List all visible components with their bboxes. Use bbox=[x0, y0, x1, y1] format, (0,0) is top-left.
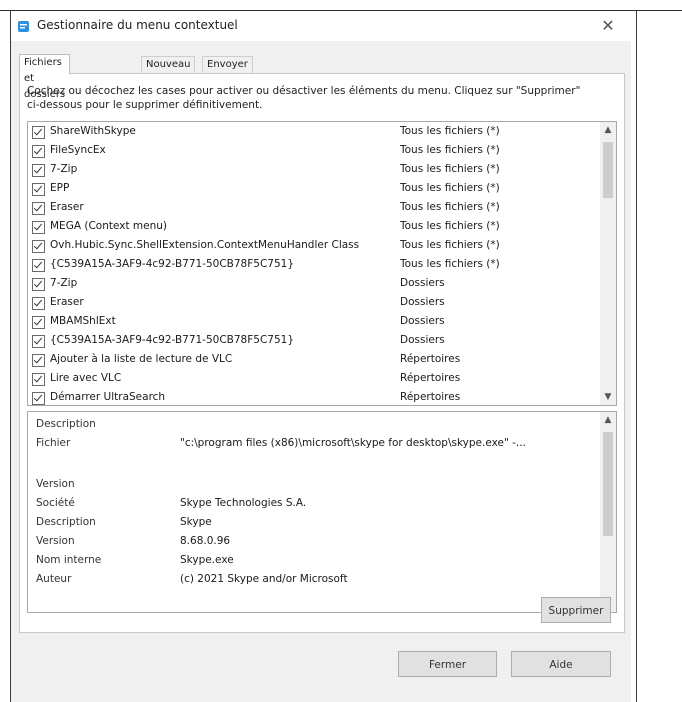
item-name: 7-Zip bbox=[50, 163, 78, 175]
description-label: Nom interne bbox=[36, 554, 102, 566]
item-type: Tous les fichiers (*) bbox=[400, 182, 500, 194]
checkbox-icon[interactable] bbox=[32, 297, 45, 310]
checkbox-icon[interactable] bbox=[32, 183, 45, 196]
item-type: Dossiers bbox=[400, 277, 445, 289]
description-value: Skype Technologies S.A. bbox=[180, 497, 307, 509]
scroll-up-icon[interactable]: ▲ bbox=[600, 412, 616, 428]
item-name: Démarrer UltraSearch bbox=[50, 391, 166, 403]
description-value: Skype.exe bbox=[180, 554, 234, 566]
item-name: MEGA (Context menu) bbox=[50, 220, 168, 232]
list-item[interactable]: {C539A15A-3AF9-4c92-B771-50CB78F5C751} To… bbox=[28, 257, 598, 273]
item-name: Ovh.Hubic.Sync.ShellExtension.ContextMen… bbox=[50, 239, 360, 251]
tab-panel: Cochez ou décochez les cases pour active… bbox=[19, 73, 625, 633]
list-item[interactable]: Lire avec VLC Répertoires bbox=[28, 371, 598, 387]
item-type: Tous les fichiers (*) bbox=[400, 125, 500, 137]
list-item[interactable]: {C539A15A-3AF9-4c92-B771-50CB78F5C751} Do… bbox=[28, 333, 598, 349]
list-scroll-thumb[interactable] bbox=[603, 142, 613, 198]
item-type: Répertoires bbox=[400, 353, 461, 365]
close-button[interactable]: Fermer bbox=[398, 651, 497, 677]
title-bar: Gestionnaire du menu contextuel ✕ bbox=[11, 11, 631, 41]
list-item[interactable]: ShareWithSkype Tous les fichiers (*) bbox=[28, 124, 598, 140]
checkbox-icon[interactable] bbox=[32, 278, 45, 291]
item-name: Eraser bbox=[50, 296, 84, 308]
item-type: Répertoires bbox=[400, 391, 461, 403]
tab-new[interactable]: Nouveau bbox=[141, 56, 196, 73]
item-name: FileSyncEx bbox=[50, 144, 106, 156]
checkbox-icon[interactable] bbox=[32, 373, 45, 386]
window-title: Gestionnaire du menu contextuel bbox=[37, 18, 238, 32]
item-type: Tous les fichiers (*) bbox=[400, 239, 500, 251]
description-value: 8.68.0.96 bbox=[180, 535, 231, 547]
scroll-up-icon[interactable]: ▲ bbox=[600, 122, 616, 138]
item-type: Tous les fichiers (*) bbox=[400, 201, 500, 213]
description-label: Version bbox=[36, 478, 75, 490]
list-scrollbar[interactable]: ▲ ▼ bbox=[600, 122, 616, 405]
description-label: Version bbox=[36, 535, 75, 547]
list-item[interactable]: 7-Zip Tous les fichiers (*) bbox=[28, 162, 598, 178]
description-label: Fichier bbox=[36, 437, 71, 449]
list-item[interactable]: Eraser Tous les fichiers (*) bbox=[28, 200, 598, 216]
delete-button[interactable]: Supprimer bbox=[541, 597, 611, 623]
item-type: Tous les fichiers (*) bbox=[400, 220, 500, 232]
tab-files-folders[interactable]: Fichiers et dossiers bbox=[19, 54, 71, 100]
description-label: Auteur bbox=[36, 573, 72, 585]
item-type: Dossiers bbox=[400, 315, 445, 327]
list-item[interactable]: Ovh.Hubic.Sync.ShellExtension.ContextMen… bbox=[28, 238, 598, 254]
background-frame-right bbox=[636, 10, 637, 702]
item-name: {C539A15A-3AF9-4c92-B771-50CB78F5C751} bbox=[50, 258, 295, 270]
background-frame-top bbox=[0, 0, 682, 11]
item-name: ShareWithSkype bbox=[50, 125, 136, 137]
checkbox-icon[interactable] bbox=[32, 354, 45, 367]
list-item[interactable]: Eraser Dossiers bbox=[28, 295, 598, 311]
checkbox-icon[interactable] bbox=[32, 145, 45, 158]
context-menu-manager-dialog: Gestionnaire du menu contextuel ✕ Fichie… bbox=[11, 11, 631, 702]
close-icon[interactable]: ✕ bbox=[593, 14, 623, 38]
item-type: Tous les fichiers (*) bbox=[400, 144, 500, 156]
description-panel: Description Fichier "c:\program files (x86… bbox=[27, 411, 617, 613]
item-name: 7-Zip bbox=[50, 277, 78, 289]
checkbox-icon[interactable] bbox=[32, 126, 45, 139]
description-scroll-thumb[interactable] bbox=[603, 432, 613, 536]
item-type: Dossiers bbox=[400, 296, 445, 308]
checkbox-icon[interactable] bbox=[32, 316, 45, 329]
description-value: (c) 2021 Skype and/or Microsoft bbox=[180, 573, 348, 585]
list-item[interactable]: MBAMShlExt Dossiers bbox=[28, 314, 598, 330]
list-item[interactable]: MEGA (Context menu) Tous les fichiers (*) bbox=[28, 219, 598, 235]
instructions-text: Cochez ou décochez les cases pour active… bbox=[27, 85, 581, 111]
description-label: Description bbox=[36, 418, 96, 430]
checkbox-icon[interactable] bbox=[32, 221, 45, 234]
scroll-down-icon[interactable]: ▼ bbox=[600, 389, 616, 405]
list-item[interactable]: Ajouter à la liste de lecture de VLC Répe… bbox=[28, 352, 598, 368]
description-value: "c:\program files (x86)\microsoft\skype … bbox=[180, 437, 526, 449]
item-name: Lire avec VLC bbox=[50, 372, 122, 384]
help-button[interactable]: Aide bbox=[511, 651, 611, 677]
list-item[interactable]: Démarrer UltraSearch Répertoires bbox=[28, 390, 598, 405]
description-value: Skype bbox=[180, 516, 212, 528]
list-item[interactable]: EPP Tous les fichiers (*) bbox=[28, 181, 598, 197]
checkbox-icon[interactable] bbox=[32, 392, 45, 405]
tab-send-to[interactable]: Envoyer vers bbox=[202, 56, 253, 86]
context-menu-item-list: ShareWithSkype Tous les fichiers (*) FileS… bbox=[27, 121, 617, 406]
item-name: Ajouter à la liste de lecture de VLC bbox=[50, 353, 233, 365]
checkbox-icon[interactable] bbox=[32, 164, 45, 177]
description-scrollbar[interactable]: ▲ ▼ bbox=[600, 412, 616, 612]
item-name: Eraser bbox=[50, 201, 84, 213]
checkbox-icon[interactable] bbox=[32, 202, 45, 215]
checkbox-icon[interactable] bbox=[32, 240, 45, 253]
list-item[interactable]: FileSyncEx Tous les fichiers (*) bbox=[28, 143, 598, 159]
item-type: Répertoires bbox=[400, 372, 461, 384]
item-name: MBAMShlExt bbox=[50, 315, 116, 327]
item-name: EPP bbox=[50, 182, 70, 194]
checkbox-icon[interactable] bbox=[32, 335, 45, 348]
app-icon bbox=[18, 21, 29, 32]
item-name: {C539A15A-3AF9-4c92-B771-50CB78F5C751} bbox=[50, 334, 295, 346]
description-label: Description bbox=[36, 516, 96, 528]
item-type: Dossiers bbox=[400, 334, 445, 346]
item-type: Tous les fichiers (*) bbox=[400, 258, 500, 270]
item-type: Tous les fichiers (*) bbox=[400, 163, 500, 175]
description-label: Société bbox=[36, 497, 75, 509]
dialog-button-bar: Fermer Aide bbox=[11, 638, 631, 702]
checkbox-icon[interactable] bbox=[32, 259, 45, 272]
list-item[interactable]: 7-Zip Dossiers bbox=[28, 276, 598, 292]
